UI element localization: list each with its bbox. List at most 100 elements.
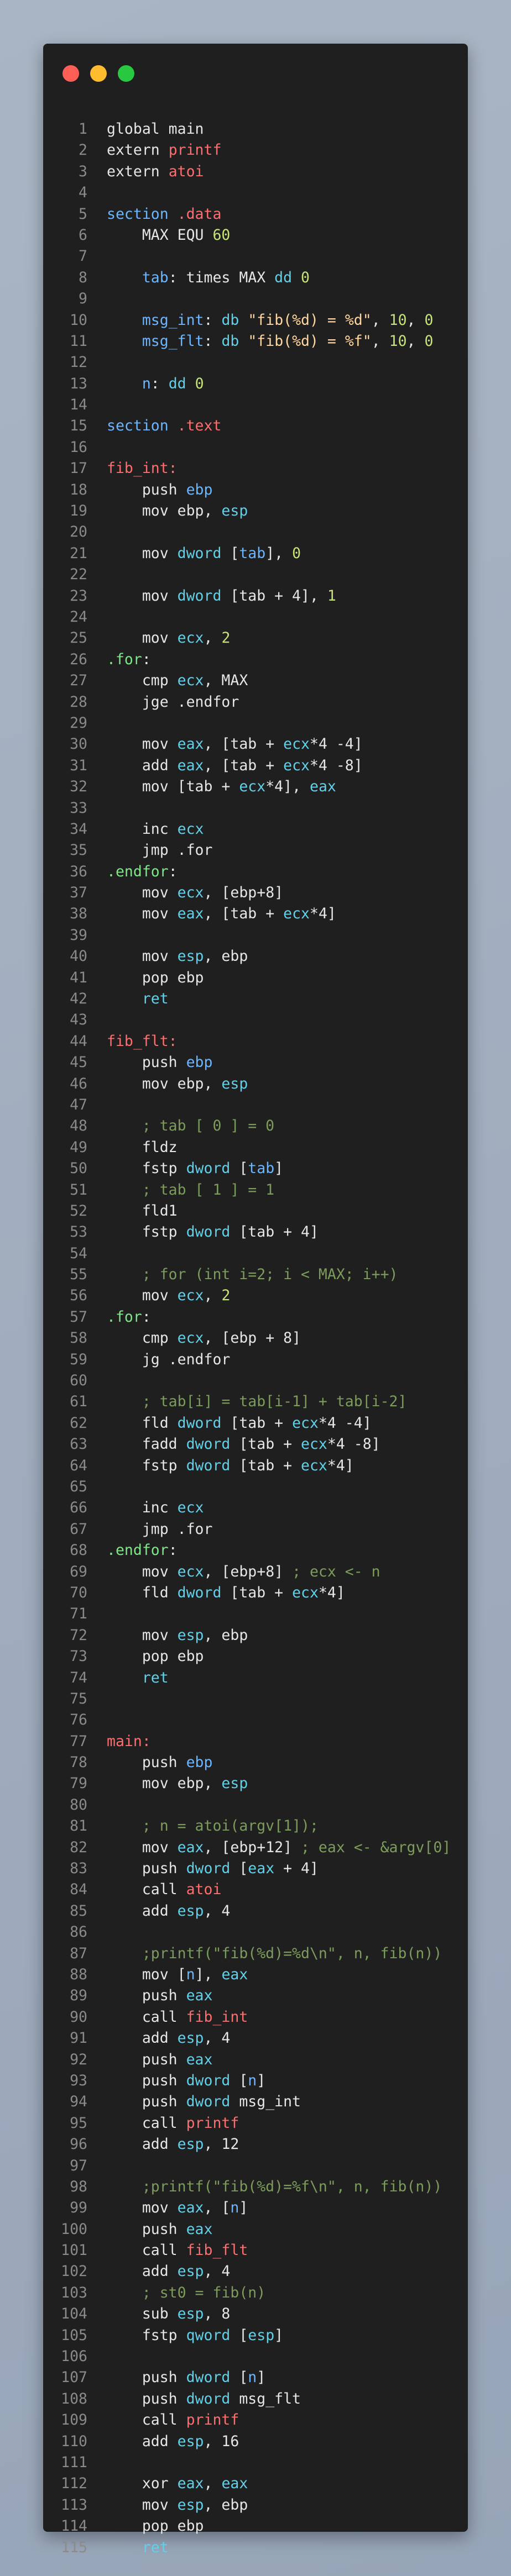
code-token: *4 -8]: [309, 756, 363, 774]
line-source: .for:: [87, 1307, 151, 1328]
code-token: xor: [107, 2475, 178, 2493]
line-source: fib_flt:: [87, 1031, 178, 1052]
code-token: 1: [327, 587, 336, 604]
code-token: mov: [107, 1563, 178, 1580]
code-token: ],: [265, 544, 293, 562]
line-source: [87, 182, 107, 203]
code-token: [tab +: [230, 1436, 301, 1453]
line-source: ; n = atoi(argv[1]);: [87, 1816, 319, 1837]
code-token: , 4: [204, 2030, 231, 2047]
code-token: ebp: [186, 1754, 213, 1771]
line-number: 43: [70, 1011, 87, 1029]
code-token: mov: [107, 948, 178, 965]
code-token: dword: [186, 1436, 231, 1453]
code-line: 23 mov dword [tab + 4], 1: [43, 586, 468, 607]
line-number: 109: [61, 2411, 87, 2429]
line-number: 50: [70, 1160, 87, 1177]
line-source: xor eax, eax: [87, 2473, 248, 2494]
line-source: .endfor:: [87, 861, 178, 882]
code-line: 93 push dword [n]: [43, 2070, 468, 2091]
line-source: ret: [87, 2537, 169, 2558]
line-number: 114: [61, 2517, 87, 2535]
line-number: 64: [70, 1457, 87, 1474]
code-line: 79 mov ebp, esp: [43, 1773, 468, 1794]
code-token: ]: [274, 1160, 284, 1177]
code-token: eax: [186, 1987, 213, 2005]
code-token: main:: [107, 1732, 151, 1750]
code-token: fstp: [107, 1160, 186, 1177]
code-token: eax: [177, 735, 204, 753]
code-token: add: [107, 2432, 178, 2450]
code-line: 65: [43, 1476, 468, 1497]
line-number: 63: [70, 1436, 87, 1453]
code-token: call: [107, 2242, 186, 2259]
code-token: esp: [221, 502, 248, 520]
line-number: 32: [70, 778, 87, 796]
code-token: [tab + 4]: [230, 1223, 319, 1241]
code-token: atoi: [186, 1881, 222, 1899]
line-source: fstp dword [tab + ecx*4]: [87, 1455, 354, 1476]
line-number: 27: [70, 672, 87, 690]
code-line: 104 sub esp, 8: [43, 2304, 468, 2325]
code-token: , ebp: [204, 1626, 248, 1644]
line-number: 20: [70, 523, 87, 541]
code-token: *4 -8]: [327, 1436, 380, 1453]
line-number: 53: [70, 1223, 87, 1241]
minimize-dot-icon[interactable]: [90, 65, 107, 82]
code-token: [: [230, 2072, 248, 2089]
code-line: 106: [43, 2346, 468, 2367]
code-token: mov: [107, 1287, 178, 1305]
code-line: 85 add esp, 4: [43, 1901, 468, 1922]
code-token: ret: [142, 2538, 169, 2556]
code-token: esp: [177, 2305, 204, 2323]
line-number: 29: [70, 714, 87, 732]
code-line: 19 mov ebp, esp: [43, 501, 468, 522]
code-token: mov: [107, 544, 178, 562]
code-line: 95 call printf: [43, 2113, 468, 2134]
code-line: 37 mov ecx, [ebp+8]: [43, 882, 468, 903]
line-source: fadd dword [tab + ecx*4 -8]: [87, 1434, 380, 1455]
code-line: 76: [43, 1710, 468, 1731]
line-number: 40: [70, 948, 87, 965]
line-number: 85: [70, 1902, 87, 1920]
line-source: cmp ecx, [ebp + 8]: [87, 1328, 301, 1349]
code-token: n: [248, 2369, 257, 2386]
code-line: 84 call atoi: [43, 1879, 468, 1900]
code-line: 56 mov ecx, 2: [43, 1285, 468, 1306]
maximize-dot-icon[interactable]: [118, 65, 134, 82]
close-dot-icon[interactable]: [62, 65, 79, 82]
code-line: 22: [43, 564, 468, 585]
code-token: :: [142, 650, 151, 668]
line-source: fstp dword [tab]: [87, 1158, 283, 1179]
code-token: [tab + 4],: [221, 587, 327, 604]
line-source: mov [n], eax: [87, 1964, 248, 1985]
code-line: 96 add esp, 12: [43, 2134, 468, 2155]
code-token: add: [107, 2030, 178, 2047]
code-line: 113 mov esp, ebp: [43, 2495, 468, 2516]
code-line: 78 push ebp: [43, 1752, 468, 1773]
line-number: 96: [70, 2136, 87, 2153]
line-source: pop ebp: [87, 968, 204, 989]
code-token: db: [221, 332, 239, 350]
line-number: 89: [70, 1987, 87, 2005]
line-number: 11: [70, 332, 87, 350]
line-source: mov ecx, 2: [87, 1285, 231, 1306]
line-number: 113: [61, 2496, 87, 2514]
code-token: esp: [177, 2136, 204, 2153]
code-editor[interactable]: 1 global main 2 extern printf 3 extern atoi 4 5…: [43, 119, 468, 2558]
line-source: [87, 2346, 107, 2367]
line-source: call printf: [87, 2113, 239, 2134]
line-number: 100: [61, 2220, 87, 2238]
code-line: 94 push dword msg_int: [43, 2091, 468, 2112]
code-token: msg_flt: [142, 332, 204, 350]
code-token: esp: [177, 1626, 204, 1644]
code-token: ecx: [283, 905, 310, 923]
code-token: ecx: [177, 1499, 204, 1517]
line-number: 75: [70, 1690, 87, 1707]
code-token: eax: [177, 2475, 204, 2493]
code-line: 71: [43, 1604, 468, 1625]
